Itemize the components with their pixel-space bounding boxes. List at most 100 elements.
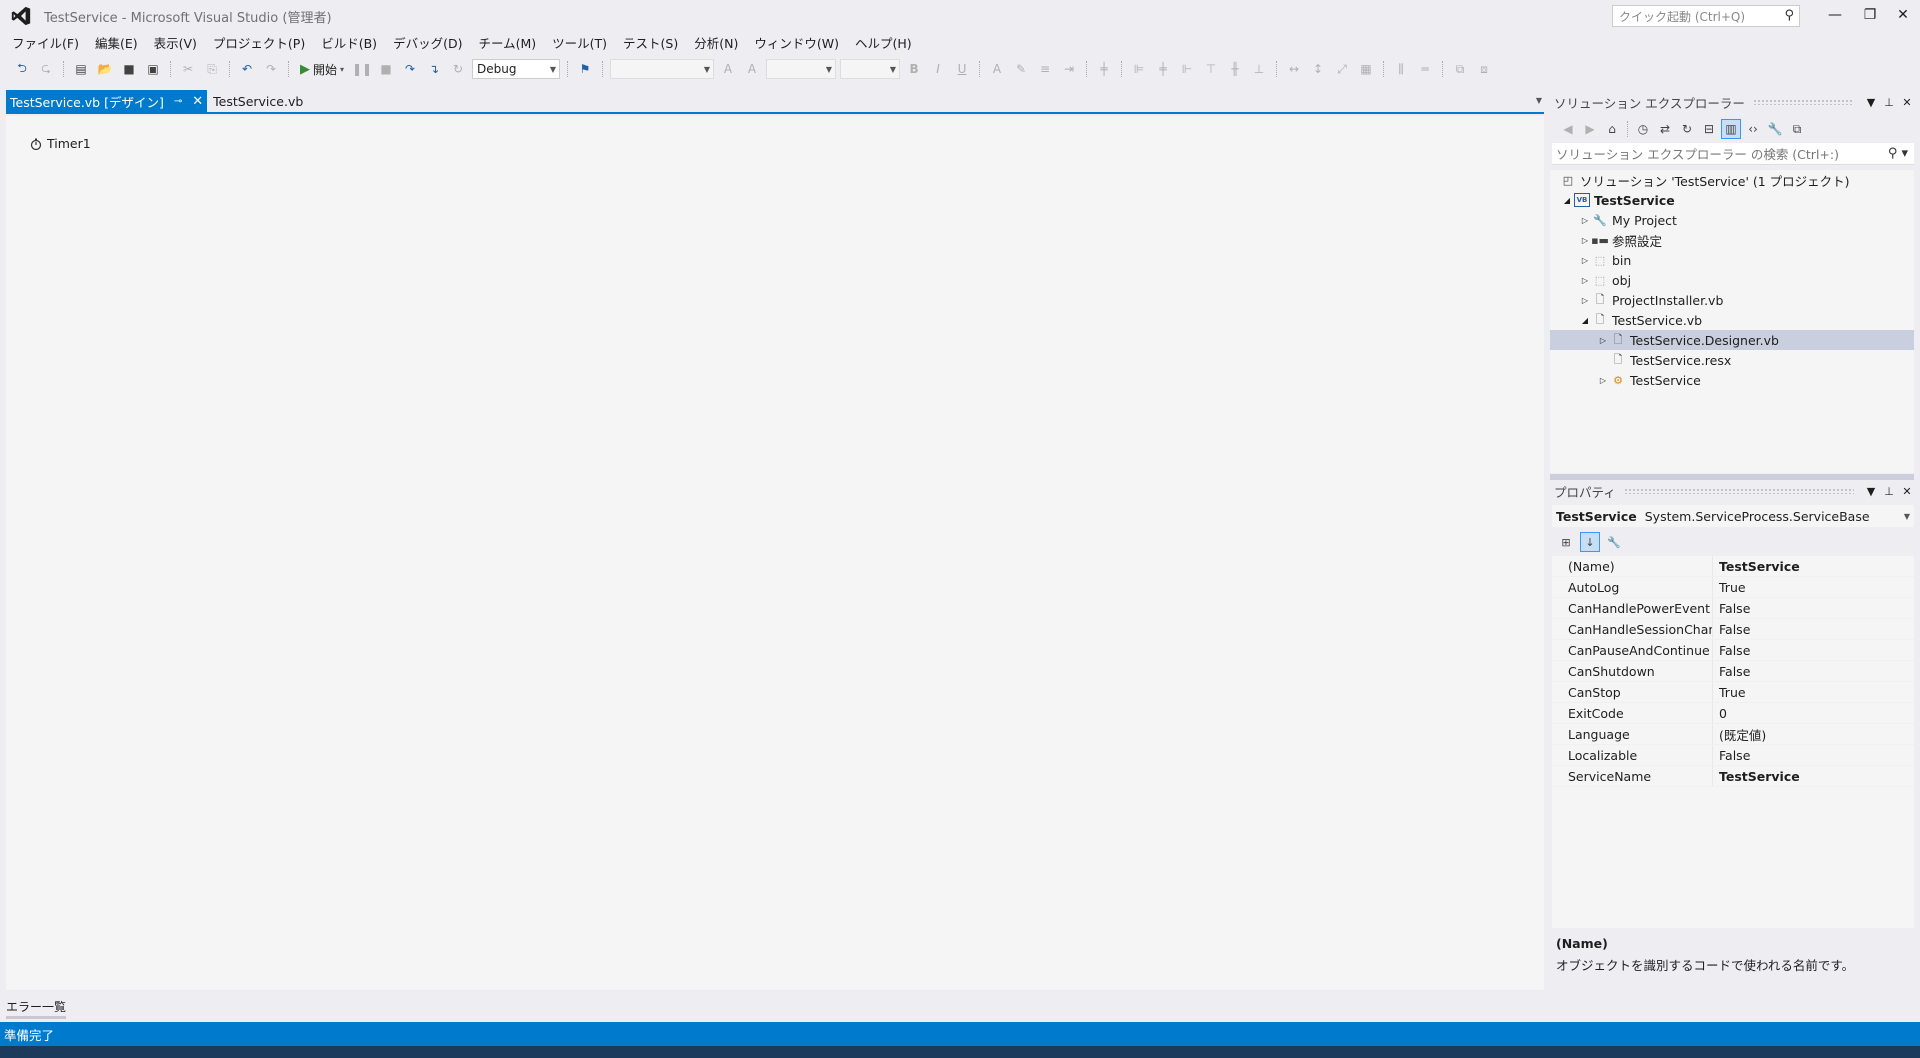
- property-row[interactable]: Language (既定値): [1552, 724, 1914, 745]
- tree-item-solution[interactable]: ◰ ソリューション 'TestService' (1 プロジェクト): [1550, 170, 1914, 190]
- property-row[interactable]: ServiceName TestService: [1552, 766, 1914, 787]
- align-bottoms-icon[interactable]: ⊥: [1249, 59, 1269, 79]
- tree-item-testservice-class[interactable]: ▷ ⚙ TestService: [1550, 370, 1914, 390]
- alphabetical-icon[interactable]: ↓: [1580, 532, 1600, 552]
- align-tops-icon[interactable]: ⊤: [1201, 59, 1221, 79]
- tree-item-bin[interactable]: ▷ ⬚ bin: [1550, 250, 1914, 270]
- navigate-back-icon[interactable]: ⮌: [12, 59, 32, 79]
- step-over-icon[interactable]: ↷: [400, 59, 420, 79]
- align-text-icon[interactable]: ≡: [1035, 59, 1055, 79]
- panel-grip[interactable]: [1752, 99, 1854, 105]
- tree-item-designer-vb[interactable]: ▷ 🗋 TestService.Designer.vb: [1550, 330, 1914, 350]
- solution-configuration-select[interactable]: Debug ▼: [472, 59, 561, 79]
- panel-splitter[interactable]: [1550, 474, 1914, 480]
- close-icon[interactable]: ✕: [1898, 485, 1916, 498]
- collapsed-arrow-icon[interactable]: ▷: [1578, 256, 1592, 265]
- paste-icon[interactable]: ⎘: [202, 59, 222, 79]
- menu-test[interactable]: テスト(S): [615, 33, 686, 52]
- align-rights-icon[interactable]: ⊩: [1177, 59, 1197, 79]
- panel-grip[interactable]: [1623, 488, 1854, 494]
- make-same-height-icon[interactable]: ↕: [1308, 59, 1328, 79]
- menu-view[interactable]: 表示(V): [146, 33, 205, 52]
- find-in-files-icon[interactable]: ⚑: [575, 59, 595, 79]
- tab-list-dropdown-icon[interactable]: ▼: [1536, 96, 1542, 105]
- menu-tools[interactable]: ツール(T): [544, 33, 615, 52]
- collapsed-arrow-icon[interactable]: ▷: [1596, 336, 1610, 345]
- tree-item-testservice-vb[interactable]: ◢ 🗋 TestService.vb: [1550, 310, 1914, 330]
- save-all-icon[interactable]: ▣: [143, 59, 163, 79]
- font-name-select[interactable]: ▼: [610, 59, 715, 79]
- property-value[interactable]: TestService: [1713, 559, 1800, 574]
- horizontal-spacing-icon[interactable]: ⫼: [1391, 59, 1411, 79]
- tree-item-obj[interactable]: ▷ ⬚ obj: [1550, 270, 1914, 290]
- close-icon[interactable]: ✕: [1898, 96, 1916, 109]
- make-same-size-icon[interactable]: ⤢: [1332, 59, 1352, 79]
- tree-item-project[interactable]: ◢ VB TestService: [1550, 190, 1914, 210]
- redo-icon[interactable]: ↷: [261, 59, 281, 79]
- navigate-forward-icon[interactable]: ⮎: [36, 59, 56, 79]
- sync-with-document-icon[interactable]: ⇄: [1655, 119, 1675, 139]
- categorized-icon[interactable]: ⊞: [1556, 532, 1576, 552]
- property-row[interactable]: CanHandleSessionChangeE False: [1552, 619, 1914, 640]
- tab-error-list[interactable]: エラー一覧: [6, 998, 66, 1015]
- solution-explorer-search-input[interactable]: ソリューション エクスプローラー の検索 (Ctrl+:) ⚲ ▾: [1552, 143, 1914, 165]
- close-button[interactable]: ✕: [1888, 4, 1918, 26]
- property-value[interactable]: (既定値): [1713, 725, 1766, 744]
- property-row[interactable]: CanShutdown False: [1552, 661, 1914, 682]
- pending-changes-filter-icon[interactable]: ◷: [1633, 119, 1653, 139]
- open-file-icon[interactable]: 📂: [95, 59, 115, 79]
- cut-icon[interactable]: ✂: [178, 59, 198, 79]
- property-value[interactable]: False: [1713, 622, 1750, 637]
- menu-window[interactable]: ウィンドウ(W): [746, 33, 847, 52]
- step-into-icon[interactable]: ↴: [424, 59, 444, 79]
- underline-icon[interactable]: U: [952, 59, 972, 79]
- home-icon[interactable]: ⌂: [1602, 119, 1622, 139]
- format-select[interactable]: ▼: [840, 59, 901, 79]
- property-value[interactable]: 0: [1713, 706, 1727, 721]
- property-row[interactable]: CanStop True: [1552, 682, 1914, 703]
- collapsed-arrow-icon[interactable]: ▷: [1596, 376, 1610, 385]
- menu-project[interactable]: プロジェクト(P): [205, 33, 313, 52]
- restart-icon[interactable]: ↻: [448, 59, 468, 79]
- show-all-files-icon[interactable]: ▥: [1721, 119, 1741, 139]
- collapse-all-icon[interactable]: ⊟: [1699, 119, 1719, 139]
- panel-menu-icon[interactable]: ▼: [1862, 96, 1880, 109]
- quick-launch-input[interactable]: クイック起動 (Ctrl+Q) ⚲: [1612, 5, 1800, 27]
- property-value[interactable]: False: [1713, 664, 1750, 679]
- property-row[interactable]: CanHandlePowerEvent False: [1552, 598, 1914, 619]
- bring-to-front-icon[interactable]: ⧉: [1450, 59, 1470, 79]
- start-debugging-button[interactable]: ▶ 開始 ▾: [296, 61, 348, 78]
- forward-icon[interactable]: ▶: [1580, 119, 1600, 139]
- property-value[interactable]: True: [1713, 580, 1746, 595]
- property-row[interactable]: CanPauseAndContinue False: [1552, 640, 1914, 661]
- component-designer-surface[interactable]: Timer1: [6, 116, 1544, 990]
- property-value[interactable]: False: [1713, 643, 1750, 658]
- minimize-button[interactable]: —: [1820, 4, 1850, 26]
- menu-debug[interactable]: デバッグ(D): [385, 33, 470, 52]
- tab-testservice-code[interactable]: TestService.vb: [207, 90, 309, 112]
- expanded-arrow-icon[interactable]: ◢: [1560, 196, 1574, 205]
- collapsed-arrow-icon[interactable]: ▷: [1578, 216, 1592, 225]
- pin-icon[interactable]: ⊥: [1880, 485, 1898, 498]
- property-row[interactable]: Localizable False: [1552, 745, 1914, 766]
- tree-item-resx[interactable]: 🗋 TestService.resx: [1550, 350, 1914, 370]
- panel-menu-icon[interactable]: ▼: [1862, 485, 1880, 498]
- send-to-back-icon[interactable]: ⧈: [1474, 59, 1494, 79]
- menu-edit[interactable]: 編集(E): [87, 33, 146, 52]
- make-same-width-icon[interactable]: ↔: [1284, 59, 1304, 79]
- tab-testservice-design[interactable]: TestService.vb [デザイン] ⊸ ✕: [6, 90, 208, 112]
- close-icon[interactable]: ✕: [192, 94, 203, 109]
- menu-team[interactable]: チーム(M): [470, 33, 544, 52]
- pin-icon[interactable]: ⊥: [1880, 96, 1898, 109]
- indent-icon[interactable]: ⇥: [1059, 59, 1079, 79]
- timer1-component[interactable]: Timer1: [30, 136, 91, 151]
- property-value[interactable]: False: [1713, 748, 1750, 763]
- menu-file[interactable]: ファイル(F): [4, 33, 87, 52]
- new-project-icon[interactable]: ▤: [71, 59, 91, 79]
- expanded-arrow-icon[interactable]: ◢: [1578, 316, 1592, 325]
- menu-analyze[interactable]: 分析(N): [686, 33, 746, 52]
- view-designer-icon[interactable]: ⧉: [1787, 119, 1807, 139]
- tree-item-my-project[interactable]: ▷ 🔧 My Project: [1550, 210, 1914, 230]
- font-tool-icon[interactable]: A: [718, 59, 738, 79]
- font-tool-icon[interactable]: A: [742, 59, 762, 79]
